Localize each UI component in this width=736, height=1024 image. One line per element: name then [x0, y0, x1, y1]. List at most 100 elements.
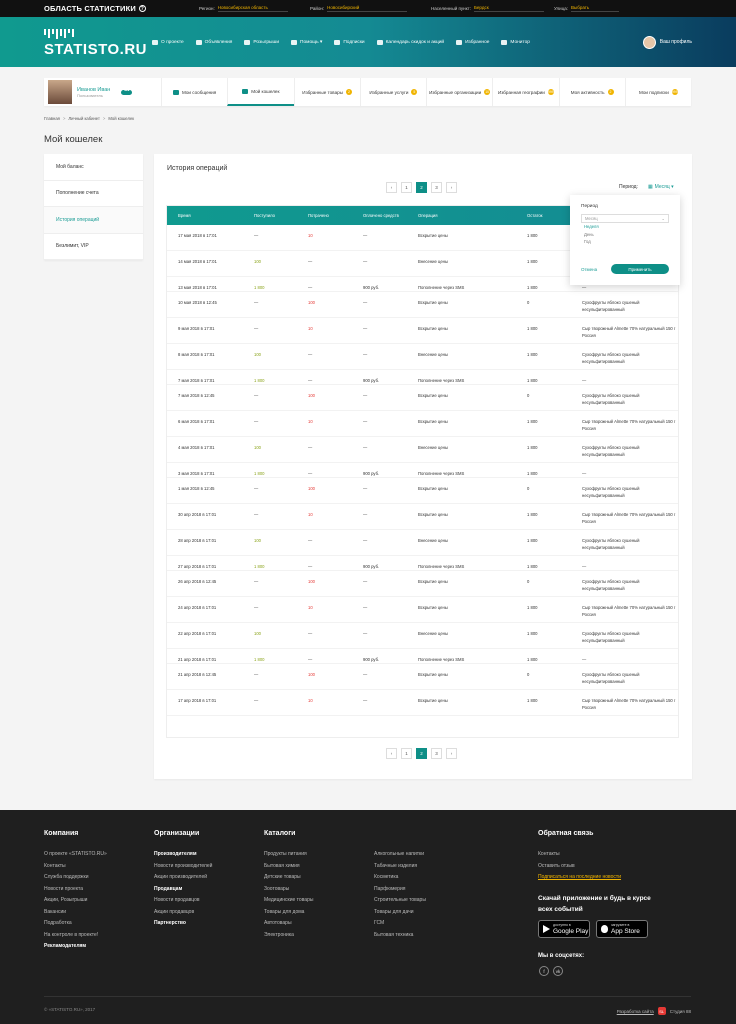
footer-link[interactable]: Служба поддержки — [44, 872, 107, 884]
cell-time: 14 мая 2018 в 17:01 — [178, 259, 217, 264]
district-value[interactable]: Новосибирский — [327, 5, 408, 12]
footer-link[interactable]: Вакансии — [44, 907, 107, 919]
tab-wallet[interactable]: Мой кошелек — [227, 78, 294, 106]
option-week[interactable]: Неделя — [581, 223, 669, 231]
google-play-button[interactable]: доступно в Google Play — [538, 920, 590, 938]
more-options-icon[interactable]: ••• — [121, 88, 133, 95]
breadcrumb-cabinet[interactable]: Личный кабинет — [68, 116, 100, 121]
footer-link[interactable]: Детские товары — [264, 872, 313, 884]
vk-icon[interactable]: vk — [553, 966, 563, 976]
page-button[interactable]: 3 — [431, 182, 442, 193]
footer-link[interactable]: Бытовая техника — [374, 930, 426, 942]
period-select[interactable]: Месяц ⌄ — [581, 214, 669, 223]
user-name[interactable]: Иванов Иван — [77, 87, 110, 93]
footer-link[interactable]: Контакты — [538, 849, 621, 861]
district-selector[interactable]: Район: Новосибирский — [310, 5, 431, 12]
nav-ads[interactable]: Объявления — [195, 39, 232, 45]
footer-link[interactable]: ГСМ — [374, 918, 426, 930]
tab-activity[interactable]: Моя активность 2 — [558, 78, 625, 106]
period-dropdown[interactable]: ▦ Месяц ▾ — [648, 184, 674, 190]
region-value[interactable]: Новосибирская область — [217, 5, 288, 12]
profile-link[interactable]: Ваш профиль — [642, 35, 692, 49]
developer-link[interactable]: Разработка сайта — [617, 1009, 654, 1014]
footer-link[interactable]: Продукты питания — [264, 849, 313, 861]
table-row: 24 апр 2018 в 17:01 — 10 — Вскрытие цены 1 80… — [167, 597, 678, 623]
nav-about[interactable]: О проекте — [152, 39, 184, 45]
tab-my-subscriptions[interactable]: Мои подписки 999 — [624, 78, 691, 106]
tab-fav-geo[interactable]: Избранная географии 999 — [492, 78, 558, 106]
footer-link[interactable]: Акции производителей — [154, 872, 212, 884]
footer-link[interactable]: Новости проекта — [44, 884, 107, 896]
sidebar-item-topup[interactable]: Пополнение счета — [44, 181, 143, 207]
cell-operation: Вскрытие цены — [418, 300, 448, 305]
cell-operation: Вскрытие цены — [418, 605, 448, 610]
site-logo[interactable]: STATISTO.RU — [44, 26, 147, 58]
footer-link[interactable]: Товары для дома — [264, 907, 313, 919]
cell-operation: Пополнение через SMS — [418, 285, 465, 290]
region-selector[interactable]: Регион: Новосибирская область — [199, 5, 310, 12]
page-prev-button[interactable]: ‹ — [386, 748, 397, 759]
page-next-button[interactable]: › — [446, 748, 457, 759]
city-selector[interactable]: Населенный пункт: Бердск — [431, 5, 554, 12]
app-store-button[interactable]: загрузите в App Store — [596, 920, 648, 938]
page-next-button[interactable]: › — [446, 182, 457, 193]
facebook-icon[interactable]: f — [539, 966, 549, 976]
page-button[interactable]: 3 — [431, 748, 442, 759]
breadcrumb-home[interactable]: Главная — [44, 116, 60, 121]
apply-button[interactable]: Применить — [611, 264, 669, 274]
city-value[interactable]: Бердск — [473, 5, 544, 12]
footer-link[interactable]: Электроника — [264, 930, 313, 942]
nav-favorites[interactable]: Избранное — [456, 39, 489, 45]
nav-calendar[interactable]: Календарь скидок и акций — [376, 39, 444, 45]
footer-link[interactable]: Медицинские товары — [264, 895, 313, 907]
nav-subscriptions[interactable]: Подписки — [334, 39, 365, 45]
tab-messages[interactable]: Мои сообщения — [161, 78, 227, 106]
option-day[interactable]: День — [581, 231, 669, 239]
footer-link[interactable]: Бытовая химия — [264, 861, 313, 873]
footer-link[interactable]: Акции продавцов — [154, 907, 212, 919]
page-button-current[interactable]: 2 — [416, 748, 427, 759]
sidebar-item-history[interactable]: История операций — [44, 207, 143, 234]
page-button-current[interactable]: 2 — [416, 182, 427, 193]
cancel-button[interactable]: Отмена — [581, 267, 597, 272]
footer-link[interactable]: Товары для дачи — [374, 907, 426, 919]
footer-link[interactable]: Новости производителей — [154, 861, 212, 873]
page-button[interactable]: 1 — [401, 182, 412, 193]
help-icon[interactable]: ? — [138, 5, 146, 12]
page-button[interactable]: 1 — [401, 748, 412, 759]
footer-link[interactable]: Косметика — [374, 872, 426, 884]
nav-monitor[interactable]: Монитор — [501, 39, 530, 45]
nav-help[interactable]: Помощь ▾ — [291, 39, 322, 45]
footer-link[interactable]: Партнерство — [154, 918, 212, 930]
footer-link[interactable]: Контакты — [44, 861, 107, 873]
tab-fav-goods[interactable]: Избранные товары 2 — [293, 78, 360, 106]
footer-link[interactable]: Зоотовары — [264, 884, 313, 896]
footer-link[interactable]: Алкогольные напитки — [374, 849, 426, 861]
footer-link[interactable]: Акции, Розыгрыши — [44, 895, 107, 907]
sidebar-item-balance[interactable]: Мой баланс — [44, 154, 143, 181]
footer-link[interactable]: Табачные изделия — [374, 861, 426, 873]
subscribe-news-link[interactable]: Подписаться на последние новости — [538, 872, 621, 884]
footer-link[interactable]: Рекламодателям — [44, 941, 107, 953]
footer-link[interactable]: Подработка — [44, 918, 107, 930]
street-value[interactable]: Выбрать — [571, 5, 620, 12]
tab-fav-orgs[interactable]: Избранные организации 10 — [426, 78, 492, 106]
footer-link[interactable]: Новости продавцов — [154, 895, 212, 907]
district-label: Район: — [310, 6, 325, 11]
sidebar-item-vip[interactable]: Безлимит, VIP — [44, 234, 143, 260]
footer-link[interactable]: Парфюмерия — [374, 884, 426, 896]
footer-link[interactable]: Автотовары — [264, 918, 313, 930]
region-label: Регион: — [199, 6, 215, 11]
footer-link[interactable]: Строительные товары — [374, 895, 426, 907]
tab-fav-services[interactable]: Избранные услуги 5 — [359, 78, 426, 106]
footer-link[interactable]: Производителям — [154, 849, 212, 861]
footer-link[interactable]: Оставить отзыв — [538, 861, 621, 873]
street-selector[interactable]: Улица: Выбрать — [554, 5, 620, 12]
option-year[interactable]: Год — [581, 238, 669, 246]
footer-link[interactable]: Продавцам — [154, 884, 212, 896]
footer-catalogs-2: Алкогольные напитки Табачные изделия Кос… — [374, 849, 426, 941]
footer-link[interactable]: О проекте «STATISTO.RU» — [44, 849, 107, 861]
nav-draws[interactable]: Розыгрыши — [244, 39, 279, 45]
footer-link[interactable]: На контроле в проекте! — [44, 930, 107, 942]
page-prev-button[interactable]: ‹ — [386, 182, 397, 193]
